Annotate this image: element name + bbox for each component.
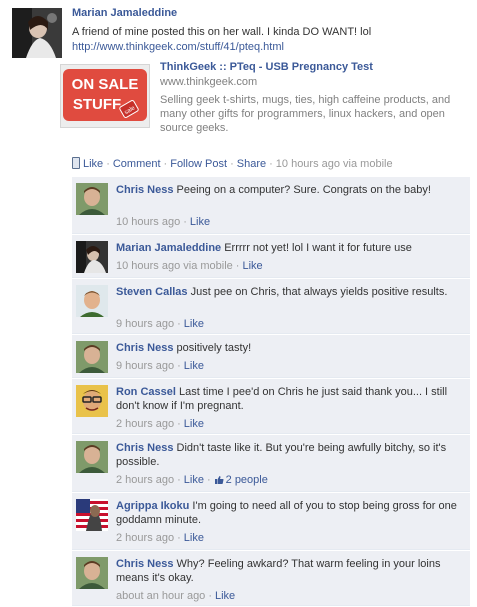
comment-like-link[interactable]: Like [184, 418, 204, 430]
comment-meta: 9 hours ago · Like [116, 317, 204, 331]
post-timestamp[interactable]: 10 hours ago via mobile [276, 158, 393, 170]
comment: Chris Ness Why? Feeling awkard? That war… [72, 550, 470, 606]
comment-meta: 2 hours ago · Like [116, 531, 204, 545]
comment: Marian Jamaleddine Errrrr not yet! lol I… [72, 234, 470, 278]
comment-like-link[interactable]: Like [215, 590, 235, 602]
comment: Steven Callas Just pee on Chris, that al… [72, 278, 470, 334]
likes-count: 2 people [225, 474, 268, 486]
comment-like-link[interactable]: Like [242, 260, 262, 272]
commenter-avatar[interactable] [76, 183, 108, 215]
separator: · [183, 216, 187, 228]
comment-meta: 10 hours ago via mobile · Like [116, 259, 263, 273]
commenter-name[interactable]: Chris Ness [116, 442, 173, 454]
comment-like-link[interactable]: Like [184, 532, 204, 544]
comment-timestamp[interactable]: 2 hours ago [116, 474, 174, 486]
comment-body: Peeing on a computer? Sure. Congrats on … [176, 184, 431, 196]
commenter-name[interactable]: Marian Jamaleddine [116, 242, 221, 254]
separator: · [177, 360, 181, 372]
comment-text: Chris Ness Why? Feeling awkard? That war… [116, 557, 462, 585]
commenter-name[interactable]: Chris Ness [116, 342, 173, 354]
comment-timestamp[interactable]: 10 hours ago via mobile [116, 260, 233, 272]
comment: Agrippa Ikoku I'm going to need all of y… [72, 492, 470, 550]
comment-text: Agrippa Ikoku I'm going to need all of y… [116, 499, 462, 527]
comment-like-link[interactable]: Like [184, 318, 204, 330]
commenter-avatar[interactable] [76, 499, 108, 531]
thumbnail-text-line2: STUFF [73, 96, 121, 113]
commenter-avatar[interactable] [76, 441, 108, 473]
commenter-avatar[interactable] [76, 557, 108, 589]
separator: · [269, 158, 273, 170]
post-body: Marian Jamaleddine A friend of mine post… [72, 6, 472, 54]
commenter-avatar[interactable] [76, 241, 108, 273]
post-author[interactable]: Marian Jamaleddine [72, 6, 472, 20]
post-actions: Like · Comment · Follow Post · Share · 10 hours … [72, 157, 393, 171]
commenter-name[interactable]: Agrippa Ikoku [116, 500, 189, 512]
comment-like-link[interactable]: Like [184, 360, 204, 372]
comment-body: Errrrr not yet! lol I want it for future… [224, 242, 412, 254]
comment-text: Chris Ness Didn't taste like it. But you… [116, 441, 462, 469]
separator: · [177, 474, 181, 486]
comment-timestamp[interactable]: 10 hours ago [116, 216, 180, 228]
commenter-name[interactable]: Chris Ness [116, 184, 173, 196]
thumbnail-text-line1: ON SALE [72, 76, 139, 93]
comment-text: Ron Cassel Last time I pee'd on Chris he… [116, 385, 462, 413]
comment-timestamp[interactable]: 9 hours ago [116, 318, 174, 330]
separator: · [230, 158, 234, 170]
commenter-name[interactable]: Chris Ness [116, 558, 173, 570]
comment-meta: 9 hours ago · Like [116, 359, 204, 373]
attachment-description: Selling geek t-shirts, mugs, ties, high … [160, 94, 451, 134]
separator: · [177, 318, 181, 330]
comment-timestamp[interactable]: 2 hours ago [116, 532, 174, 544]
separator: · [106, 158, 110, 170]
comment: Chris Ness Peeing on a computer? Sure. C… [72, 176, 470, 234]
comment-link[interactable]: Comment [113, 158, 161, 170]
attachment-title[interactable]: ThinkGeek :: PTeq - USB Pregnancy Test [160, 60, 373, 74]
comment-timestamp[interactable]: 2 hours ago [116, 418, 174, 430]
commenter-avatar[interactable] [76, 341, 108, 373]
comment-text: Chris Ness Peeing on a computer? Sure. C… [116, 183, 462, 197]
post-message: A friend of mine posted this on her wall… [72, 26, 372, 38]
likes-count-link[interactable]: 2 people [214, 474, 268, 486]
comment-meta: 10 hours ago · Like [116, 215, 210, 229]
comment-meta: 2 hours ago · Like [116, 417, 204, 431]
share-link[interactable]: Share [237, 158, 266, 170]
commenter-name[interactable]: Steven Callas [116, 286, 188, 298]
attachment-domain: www.thinkgeek.com [160, 76, 258, 88]
like-link[interactable]: Like [83, 158, 103, 170]
avatar[interactable] [12, 8, 62, 58]
commenter-avatar[interactable] [76, 285, 108, 317]
separator: · [208, 590, 212, 602]
commenter-avatar[interactable] [76, 385, 108, 417]
comment-meta: 2 hours ago · Like · 2 people [116, 473, 268, 487]
thumbs-up-icon [214, 476, 224, 484]
follow-post-link[interactable]: Follow Post [170, 158, 227, 170]
comment-text: Marian Jamaleddine Errrrr not yet! lol I… [116, 241, 462, 255]
comment: Ron Cassel Last time I pee'd on Chris he… [72, 378, 470, 434]
comment-like-link[interactable]: Like [190, 216, 210, 228]
comment-like-link[interactable]: Like [184, 474, 204, 486]
comment: Chris Ness Didn't taste like it. But you… [72, 434, 470, 492]
comment-meta: about an hour ago · Like [116, 589, 235, 603]
separator: · [235, 260, 240, 272]
comment-body: Just pee on Chris, that always yields po… [190, 286, 448, 298]
comment: Chris Ness positively tasty! 9 hours ago… [72, 334, 470, 378]
attachment-thumbnail[interactable]: ON SALE STUFF sale [60, 64, 150, 128]
comment-body: positively tasty! [176, 342, 252, 354]
commenter-name[interactable]: Ron Cassel [116, 386, 176, 398]
separator: · [177, 418, 181, 430]
comment-text: Chris Ness positively tasty! [116, 341, 462, 355]
link-attachment: ON SALE STUFF sale ThinkGeek :: PTeq - U… [60, 60, 460, 146]
separator: · [163, 158, 168, 170]
comment-text: Steven Callas Just pee on Chris, that al… [116, 285, 462, 299]
comment-timestamp[interactable]: 9 hours ago [116, 360, 174, 372]
separator: · [177, 532, 181, 544]
post-link[interactable]: http://www.thinkgeek.com/stuff/41/pteq.h… [72, 40, 472, 54]
separator: · [206, 474, 211, 486]
mobile-icon [72, 157, 80, 169]
comment-timestamp[interactable]: about an hour ago [116, 590, 205, 602]
